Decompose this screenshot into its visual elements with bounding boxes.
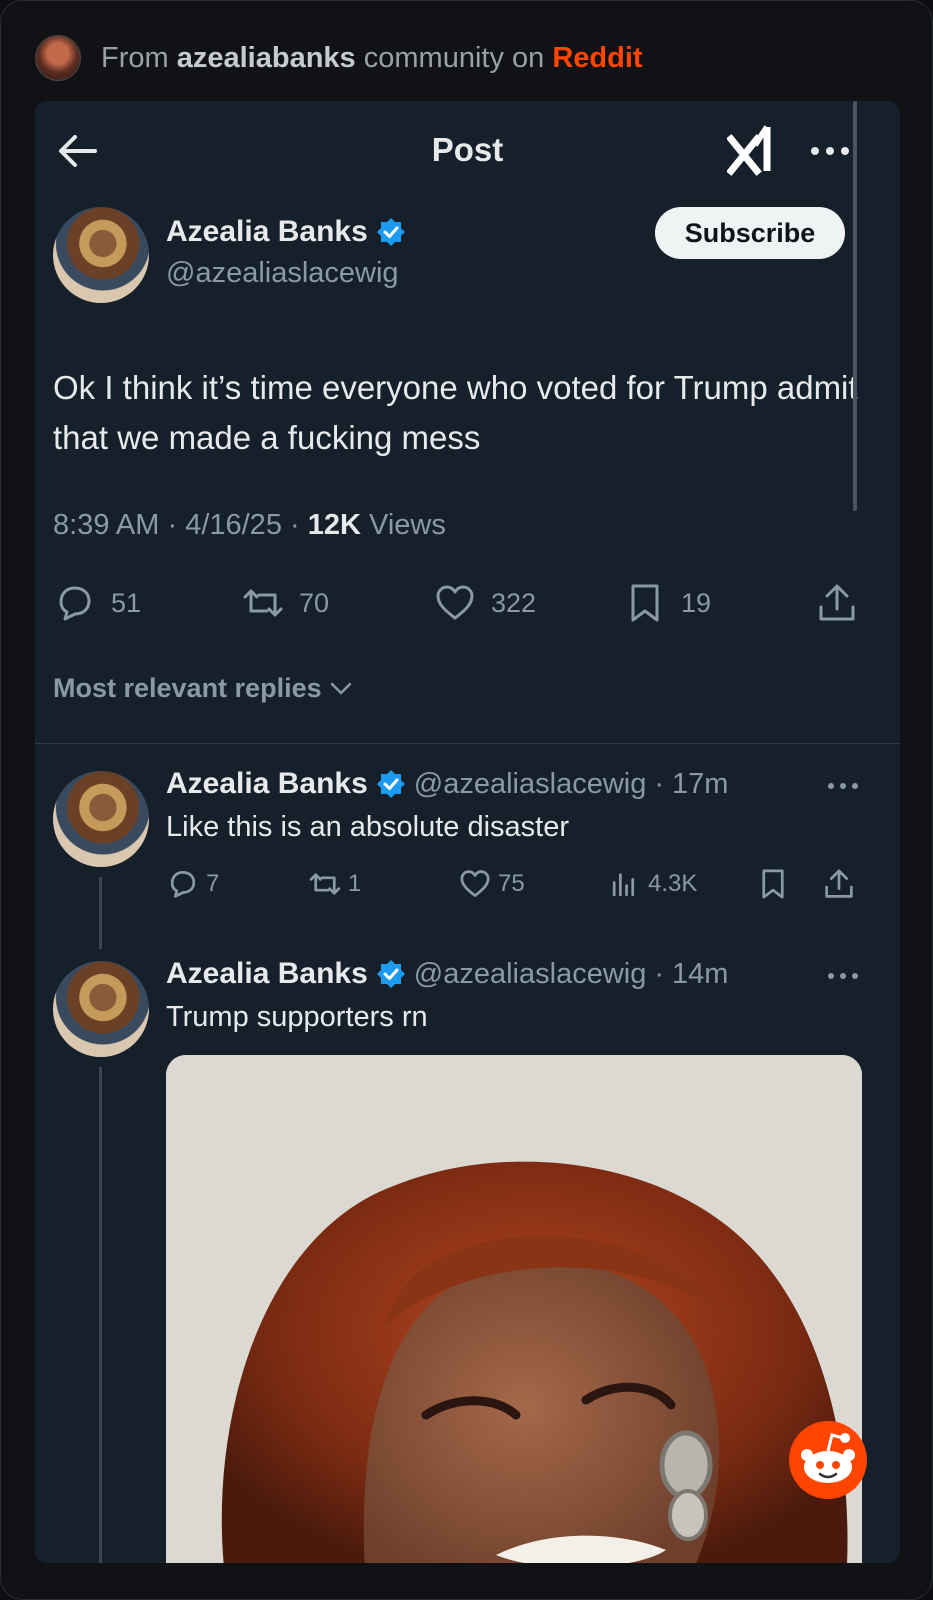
reddit-link[interactable]: Reddit xyxy=(552,42,642,74)
share-icon xyxy=(825,869,853,898)
thread-connector xyxy=(99,1067,102,1563)
author-handle[interactable]: @azealiaslacewig xyxy=(166,257,399,290)
post-action-bar: 51 70 322 19 xyxy=(53,581,863,625)
meta-separator: · xyxy=(167,509,186,541)
views-count: 12K xyxy=(307,509,361,541)
reply-author-name[interactable]: Azealia Banks xyxy=(166,957,368,991)
reply-button[interactable]: 7 xyxy=(166,867,219,901)
reply-header: Azealia Banks @azealiaslacewig · 17m xyxy=(166,767,728,801)
more-horizontal-icon[interactable] xyxy=(805,141,855,161)
reply-avatar[interactable] xyxy=(53,961,149,1057)
post-topbar: Post xyxy=(35,101,900,201)
reddit-snoo-icon[interactable] xyxy=(787,1419,869,1501)
heart-icon xyxy=(436,585,474,620)
reply-text: Like this is an absolute disaster xyxy=(166,811,569,843)
scrollbar[interactable] xyxy=(853,101,857,511)
verified-badge-icon xyxy=(376,960,405,988)
post-text: Ok I think it’s time everyone who voted … xyxy=(53,369,858,456)
author-identity: Azealia Banks xyxy=(166,215,406,249)
verified-badge-icon xyxy=(376,770,405,798)
reply-icon xyxy=(170,871,196,898)
repost-button[interactable]: 1 xyxy=(308,867,361,901)
xai-logo-icon[interactable] xyxy=(727,123,781,177)
reply-icon xyxy=(59,586,91,621)
reply-button[interactable]: 51 xyxy=(53,581,141,625)
reply-action-bar: 7 1 75 4.3K xyxy=(166,867,866,907)
repost-icon xyxy=(309,873,341,895)
author-name[interactable]: Azealia Banks xyxy=(166,215,368,249)
reddit-source-text: From azealiabanks community on Reddit xyxy=(101,42,643,75)
verified-badge-icon xyxy=(376,218,405,246)
views-count: 4.3K xyxy=(648,870,698,897)
share-button[interactable] xyxy=(815,581,859,625)
bookmark-button[interactable] xyxy=(756,867,790,901)
thread-connector xyxy=(99,877,102,949)
author-avatar[interactable] xyxy=(53,207,149,303)
community-suffix: community on xyxy=(363,41,545,74)
views-label: Views xyxy=(369,509,446,541)
share-icon xyxy=(819,584,855,621)
like-count: 75 xyxy=(498,870,525,897)
replies-sort-dropdown[interactable]: Most relevant replies xyxy=(53,673,354,704)
more-horizontal-icon[interactable] xyxy=(823,779,863,793)
reply-age[interactable]: 17m xyxy=(672,768,728,801)
community-avatar[interactable] xyxy=(35,35,81,81)
like-button[interactable]: 75 xyxy=(458,867,525,901)
community-link[interactable]: azealiabanks xyxy=(177,42,356,74)
meta-separator: · xyxy=(654,767,665,800)
reply-count: 7 xyxy=(206,870,220,897)
chevron-down-icon xyxy=(330,682,351,694)
meta-separator: · xyxy=(654,957,665,990)
post-meta: 8:39 AM · 4/16/25 · 12K Views xyxy=(53,509,446,542)
post-date[interactable]: 4/16/25 xyxy=(185,509,282,541)
reply-avatar[interactable] xyxy=(53,771,149,867)
woman-smiling-photo xyxy=(166,1055,862,1563)
bookmark-icon xyxy=(631,584,659,622)
heart-icon xyxy=(460,870,490,897)
share-button[interactable] xyxy=(822,867,856,901)
reply-text: Trump supporters rn xyxy=(166,1001,428,1033)
repost-count: 70 xyxy=(299,587,330,618)
meta-separator: · xyxy=(290,509,308,541)
reply-author-handle[interactable]: @azealiaslacewig xyxy=(414,768,647,801)
bookmark-button[interactable]: 19 xyxy=(623,581,711,625)
reddit-embed-frame: From azealiabanks community on Reddit Po… xyxy=(0,0,933,1600)
like-button[interactable]: 322 xyxy=(433,581,536,625)
reply-count: 51 xyxy=(111,587,142,618)
repost-button[interactable]: 70 xyxy=(241,581,329,625)
reply-header: Azealia Banks @azealiaslacewig · 14m xyxy=(166,957,728,991)
replies-sort-label: Most relevant replies xyxy=(53,673,322,703)
repost-count: 1 xyxy=(348,870,362,897)
repost-icon xyxy=(243,589,283,617)
views-button[interactable]: 4.3K xyxy=(608,867,697,901)
x-post-card: Post Azealia Banks @azealiaslacewig Subs… xyxy=(35,101,900,1563)
bookmark-icon xyxy=(762,869,784,899)
reply-age[interactable]: 14m xyxy=(672,958,728,991)
divider xyxy=(35,743,900,744)
post-time[interactable]: 8:39 AM xyxy=(53,509,159,541)
reply-image[interactable] xyxy=(166,1055,862,1563)
analytics-icon xyxy=(612,873,635,897)
more-horizontal-icon[interactable] xyxy=(823,969,863,983)
reddit-source-header: From azealiabanks community on Reddit xyxy=(35,35,643,81)
reply-author-name[interactable]: Azealia Banks xyxy=(166,767,368,801)
like-count: 322 xyxy=(491,587,537,618)
from-label: From xyxy=(101,41,169,74)
subscribe-button[interactable]: Subscribe xyxy=(655,207,845,259)
reply-author-handle[interactable]: @azealiaslacewig xyxy=(414,958,647,991)
bookmark-count: 19 xyxy=(681,587,712,618)
